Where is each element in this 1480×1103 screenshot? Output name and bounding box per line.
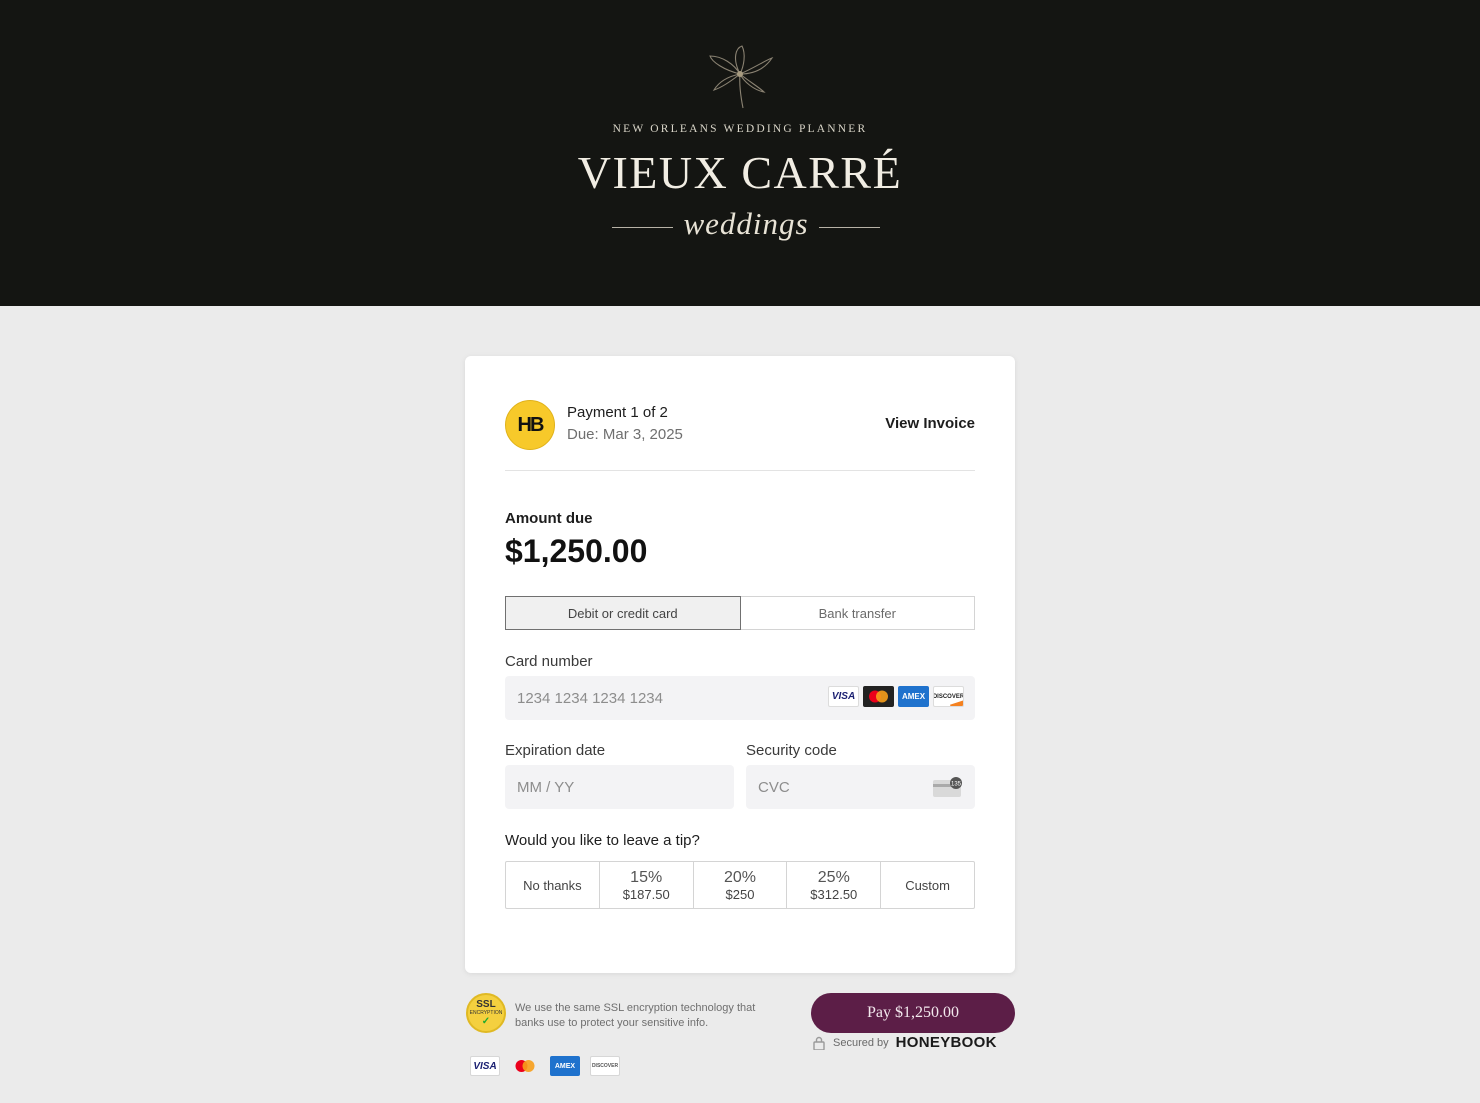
- ornament-line-left: [612, 227, 673, 228]
- tip-options: No thanks 15% $187.50 20% $250 25% $312.…: [505, 861, 975, 909]
- tip-25-button[interactable]: 25% $312.50: [786, 862, 880, 908]
- tip-amount: $250: [725, 886, 755, 902]
- amount-due-value: $1,250.00: [505, 533, 648, 569]
- amount-due-label: Amount due: [505, 510, 593, 527]
- accepted-cards: VISA AMEX DISCOVER: [470, 1056, 620, 1076]
- visa-icon: VISA: [828, 686, 859, 707]
- secured-by-label: Secured by: [833, 1036, 889, 1049]
- amex-icon: AMEX: [550, 1056, 580, 1076]
- tip-amount: $187.50: [622, 886, 670, 902]
- brand-header: NEW ORLEANS WEDDING PLANNER VIEUX CARRÉ …: [0, 0, 1480, 306]
- tab-bank-transfer[interactable]: Bank transfer: [740, 596, 975, 630]
- visa-icon: VISA: [470, 1056, 500, 1076]
- header-tagline: NEW ORLEANS WEDDING PLANNER: [612, 123, 868, 135]
- card-number-input[interactable]: 1234 1234 1234 1234 VISA AMEX DISCOVER: [505, 676, 975, 720]
- tip-question: Would you like to leave a tip?: [505, 832, 700, 849]
- expiration-label: Expiration date: [505, 742, 606, 759]
- payment-number: Payment 1 of 2: [567, 404, 668, 421]
- tip-percent: 20%: [723, 868, 756, 886]
- security-code-placeholder: CVC: [758, 778, 790, 796]
- cvc-card-icon: 135: [933, 777, 962, 797]
- tip-percent: 25%: [817, 868, 850, 886]
- discover-icon: DISCOVER: [590, 1056, 620, 1076]
- honeybook-wordmark: HONEYBOOK: [895, 1034, 997, 1051]
- tip-option-label: Custom: [905, 877, 950, 893]
- tip-custom-button[interactable]: Custom: [880, 862, 974, 908]
- divider: [505, 470, 975, 471]
- card-brand-icons: VISA AMEX DISCOVER: [828, 686, 964, 707]
- ssl-badge-top: SSL: [476, 999, 496, 1010]
- expiration-input[interactable]: MM / YY: [505, 765, 734, 809]
- tip-20-button[interactable]: 20% $250: [692, 862, 787, 908]
- ssl-description: We use the same SSL encryption technolog…: [515, 1002, 756, 1029]
- security-code-input[interactable]: CVC 135: [746, 765, 975, 809]
- magnolia-flower-icon: [709, 45, 774, 109]
- pay-button[interactable]: Pay $1,250.00: [811, 993, 1015, 1033]
- tab-card[interactable]: Debit or credit card: [505, 596, 741, 630]
- security-code-label: Security code: [746, 742, 837, 759]
- mastercard-icon: [863, 686, 894, 707]
- honeybook-logo-icon: HB: [505, 400, 555, 450]
- payment-card: HB Payment 1 of 2 Due: Mar 3, 2025 View …: [465, 356, 1015, 973]
- card-number-placeholder: 1234 1234 1234 1234: [517, 689, 663, 707]
- tip-15-button[interactable]: 15% $187.50: [598, 862, 693, 908]
- ssl-badge-icon: SSL ENCRYPTION ✓: [466, 993, 506, 1033]
- amex-icon: AMEX: [898, 686, 929, 707]
- svg-text:135: 135: [951, 781, 962, 787]
- brand-name: VIEUX CARRÉ: [577, 147, 903, 198]
- payment-due-date: Due: Mar 3, 2025: [567, 426, 683, 443]
- check-icon: ✓: [481, 1016, 491, 1027]
- discover-icon: DISCOVER: [933, 686, 964, 707]
- mastercard-icon: [510, 1056, 540, 1076]
- tip-option-label: No thanks: [523, 877, 582, 893]
- brand-script: weddings: [683, 206, 809, 241]
- payment-method-tabs: Debit or credit card Bank transfer: [505, 596, 975, 630]
- tip-amount: $312.50: [810, 886, 858, 902]
- card-number-label: Card number: [505, 653, 593, 670]
- tip-no-thanks-button[interactable]: No thanks: [506, 862, 599, 908]
- brand-subtitle: weddings: [612, 206, 880, 252]
- expiration-placeholder: MM / YY: [517, 778, 575, 796]
- tip-percent: 15%: [630, 868, 663, 886]
- view-invoice-link[interactable]: View Invoice: [885, 415, 975, 432]
- secured-by: Secured by HONEYBOOK: [812, 1034, 997, 1051]
- ornament-line-right: [819, 227, 880, 228]
- lock-icon: [813, 1036, 825, 1050]
